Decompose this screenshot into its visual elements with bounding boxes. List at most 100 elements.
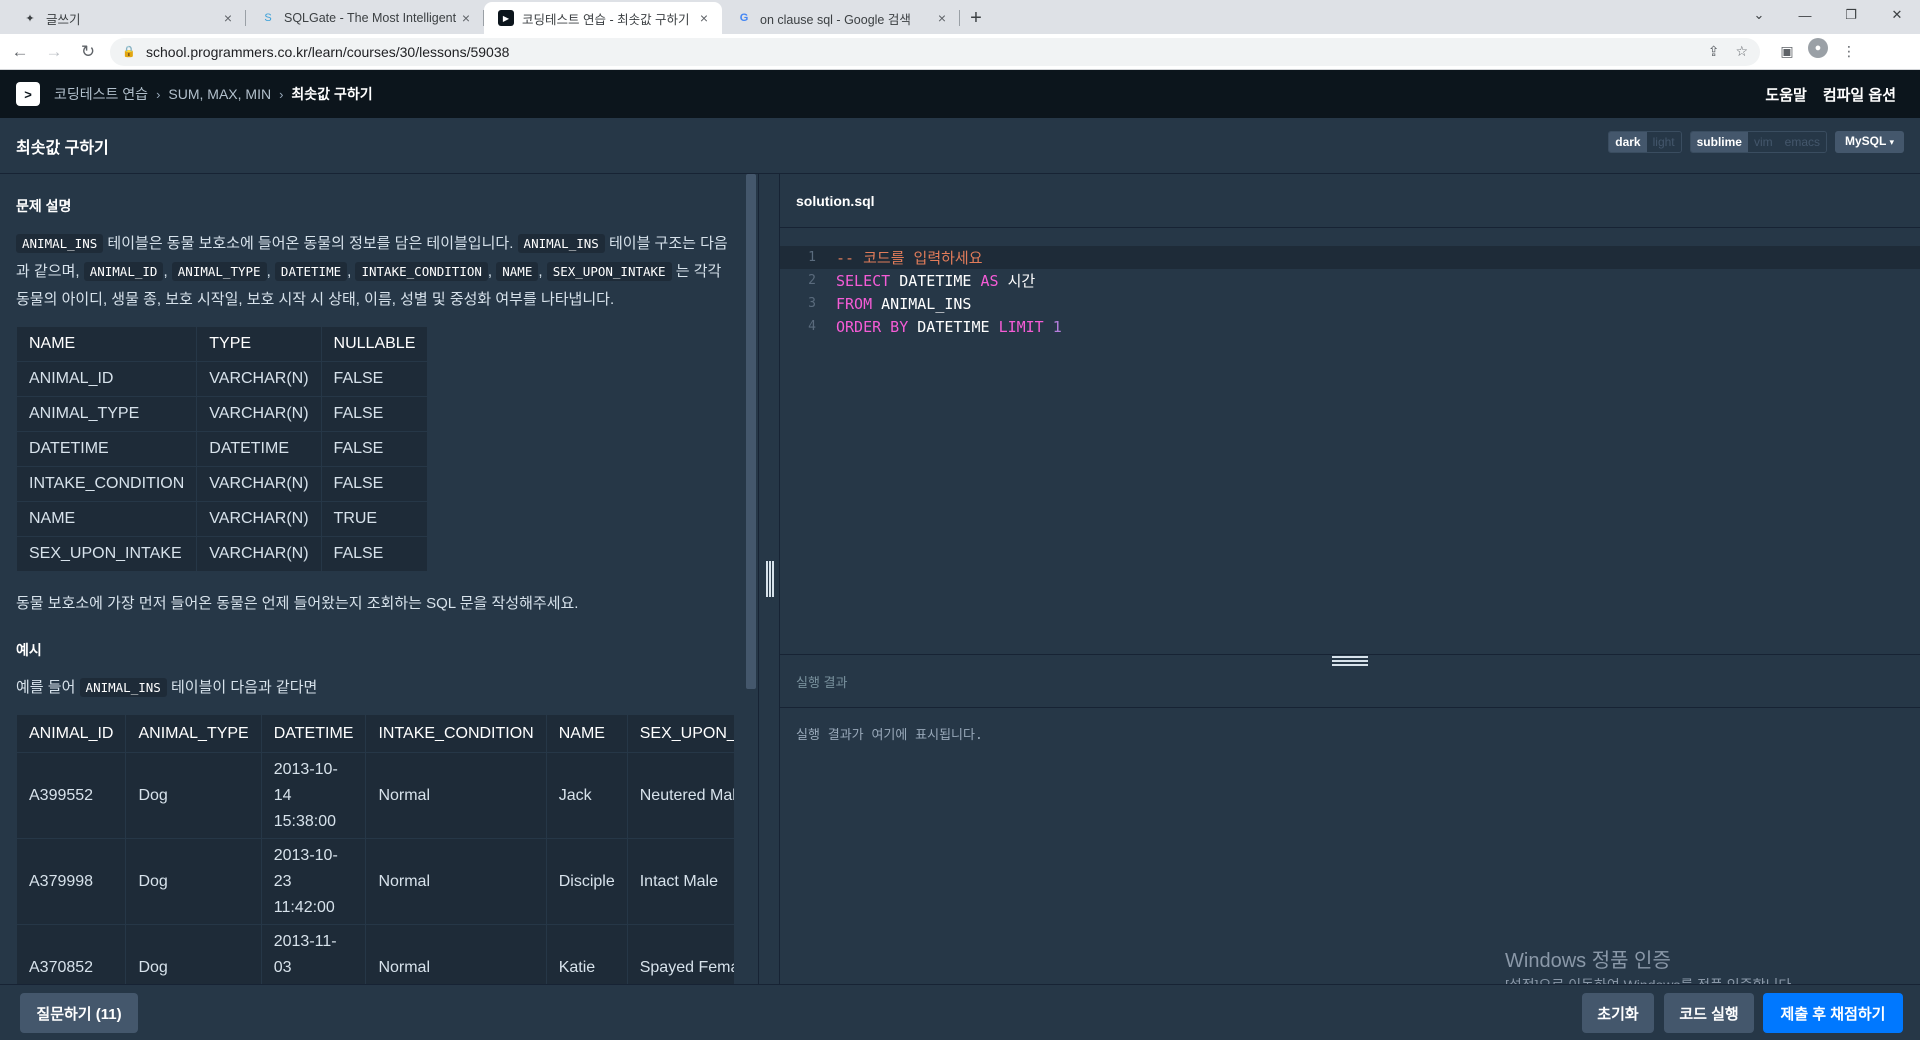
bookmark-star-icon[interactable]: ☆: [1735, 43, 1748, 60]
table-cell: VARCHAR(N): [196, 501, 322, 537]
table-cell: A370852: [16, 924, 127, 984]
tab-favicon-icon: S: [264, 12, 272, 24]
table-cell: FALSE: [320, 466, 429, 502]
browser-tab[interactable]: S SQLGate - The Most Intelligent ×: [246, 2, 484, 34]
inline-code: ANIMAL_INS: [517, 234, 605, 253]
browser-actions: ▣ ● ⋮: [1772, 37, 1864, 66]
site-header: > 코딩테스트 연습 › SUM, MAX, MIN › 최솟값 구하기 도움말…: [0, 70, 1920, 118]
theme-dark-button[interactable]: dark: [1609, 132, 1647, 152]
inline-code: ANIMAL_INS: [16, 234, 104, 253]
table-cell: FALSE: [320, 361, 429, 397]
comma: ,: [163, 263, 172, 280]
pane-resizer[interactable]: [758, 174, 780, 984]
result-resize-grip-icon[interactable]: [1332, 656, 1368, 666]
example-heading: 예시: [16, 642, 42, 658]
browser-tab-active[interactable]: ▶ 코딩테스트 연습 - 최솟값 구하기 ×: [484, 2, 722, 34]
table-row: DATETIME DATETIME FALSE: [16, 431, 429, 467]
breadcrumb-current: 최솟값 구하기: [291, 86, 373, 102]
table-cell: ANIMAL_TYPE: [16, 396, 198, 432]
url-field[interactable]: 🔒 school.programmers.co.kr/learn/courses…: [110, 37, 1760, 66]
lock-icon[interactable]: 🔒: [122, 45, 136, 58]
breadcrumb-coding-test[interactable]: 코딩테스트 연습: [54, 84, 148, 104]
code-line[interactable]: 1 -- 코드를 입력하세요: [780, 246, 1920, 269]
keymap-vim-button[interactable]: vim: [1747, 132, 1779, 152]
tab-close-icon[interactable]: ×: [458, 10, 474, 26]
side-panel-icon[interactable]: ▣: [1772, 38, 1802, 66]
caret-down-icon: ▾: [1889, 137, 1894, 147]
keymap-sublime-button[interactable]: sublime: [1690, 132, 1748, 152]
browser-tab[interactable]: G on clause sql - Google 검색 ×: [722, 2, 960, 34]
address-toolbar: ← → ↻ 🔒 school.programmers.co.kr/learn/c…: [0, 34, 1920, 70]
code-line[interactable]: 2 SELECT DATETIME AS 시간: [780, 269, 1920, 292]
browser-tab-strip: ✦ 글쓰기 × S SQLGate - The Most Intelligent…: [0, 0, 1920, 34]
comma: ,: [538, 263, 547, 280]
ask-question-button[interactable]: 질문하기 (11): [20, 993, 138, 1033]
submit-button[interactable]: 제출 후 채점하기: [1763, 993, 1903, 1033]
table-row: SEX_UPON_INTAKE VARCHAR(N) FALSE: [16, 536, 429, 572]
forward-arrow-icon[interactable]: →: [40, 38, 68, 66]
language-select[interactable]: MySQL ▾: [1835, 131, 1904, 153]
code-token: 시간: [998, 272, 1036, 290]
table-cell: DATETIME: [16, 431, 198, 467]
programmers-logo-icon[interactable]: >: [16, 82, 40, 106]
browser-tab[interactable]: ✦ 글쓰기 ×: [8, 2, 246, 34]
tab-close-icon[interactable]: ×: [220, 10, 236, 26]
description-scrollbar[interactable]: [746, 174, 756, 689]
share-icon[interactable]: ⇪: [1708, 43, 1720, 60]
tab-favicon-icon: ▶: [498, 10, 514, 26]
code-text[interactable]: -- 코드를 입력하세요: [836, 247, 983, 268]
close-window-icon[interactable]: ✕: [1874, 0, 1920, 30]
compile-options-link[interactable]: 컴파일 옵션: [1823, 84, 1896, 105]
resize-grip-icon[interactable]: [766, 561, 774, 597]
table-row: ANIMAL_TYPE VARCHAR(N) FALSE: [16, 396, 429, 432]
comma: ,: [487, 263, 497, 280]
editor-pane: solution.sql 1 -- 코드를 입력하세요 2 SELECT DATETI…: [780, 174, 1920, 984]
keymap-emacs-button[interactable]: emacs: [1778, 132, 1826, 152]
code-line[interactable]: 4 ORDER BY DATETIME LIMIT 1: [780, 315, 1920, 338]
code-text[interactable]: ORDER BY DATETIME LIMIT 1: [836, 318, 1062, 336]
code-token: LIMIT: [998, 317, 1044, 336]
theme-light-button[interactable]: light: [1646, 132, 1681, 152]
profile-avatar-icon[interactable]: ●: [1808, 37, 1828, 58]
menu-kebab-icon[interactable]: ⋮: [1834, 38, 1864, 66]
minimize-icon[interactable]: —: [1782, 0, 1828, 30]
example-table-wrapper[interactable]: ANIMAL_ID ANIMAL_TYPE DATETIME INTAKE_CO…: [16, 714, 734, 984]
new-tab-plus-icon[interactable]: +: [960, 2, 992, 34]
tab-separator: [959, 10, 960, 26]
window-controls: ⌄ — ❐ ✕: [1736, 0, 1920, 30]
code-token: DATETIME: [890, 272, 981, 290]
table-cell: Katie: [545, 924, 628, 984]
result-output: 실행 결과가 여기에 표시됩니다.: [796, 728, 983, 743]
tab-close-icon[interactable]: ×: [696, 10, 712, 26]
column-header: ANIMAL_TYPE: [125, 714, 262, 753]
tab-title: 코딩테스트 연습 - 최솟값 구하기: [522, 12, 690, 27]
column-header: SEX_UPON_INTAKE: [626, 714, 734, 753]
column-header: NULLABLE: [320, 326, 429, 362]
column-header: ANIMAL_ID: [16, 714, 127, 753]
run-code-button[interactable]: 코드 실행: [1664, 993, 1754, 1033]
code-text[interactable]: FROM ANIMAL_INS: [836, 295, 971, 313]
table-cell: Neutered Male: [626, 752, 734, 839]
code-token: ANIMAL_INS: [872, 294, 972, 313]
reload-icon[interactable]: ↻: [74, 38, 102, 66]
editor-options: dark light sublime vim emacs MySQL ▾: [1608, 131, 1904, 153]
example-text: 예를 들어: [16, 679, 80, 696]
tab-search-chevron-icon[interactable]: ⌄: [1736, 0, 1782, 30]
code-editor[interactable]: 1 -- 코드를 입력하세요 2 SELECT DATETIME AS 시간 3 FROM…: [780, 228, 1920, 654]
inline-code: SEX_UPON_INTAKE: [546, 262, 672, 281]
breadcrumb-chevron-icon: ›: [156, 86, 161, 102]
url-text[interactable]: school.programmers.co.kr/learn/courses/3…: [146, 44, 1692, 60]
code-text[interactable]: SELECT DATETIME AS 시간: [836, 270, 1035, 291]
table-cell: VARCHAR(N): [196, 396, 322, 432]
table-cell: Normal: [365, 752, 547, 839]
help-link[interactable]: 도움말: [1765, 84, 1806, 105]
breadcrumb-category[interactable]: SUM, MAX, MIN: [168, 86, 271, 102]
code-token: DATETIME: [908, 317, 999, 336]
table-cell: SEX_UPON_INTAKE: [16, 536, 198, 572]
restore-icon[interactable]: ❐: [1828, 0, 1874, 30]
problem-titlebar: 최솟값 구하기 dark light sublime vim emacs MyS…: [0, 118, 1920, 174]
tab-close-icon[interactable]: ×: [934, 10, 950, 26]
reset-button[interactable]: 초기화: [1582, 993, 1654, 1033]
code-line[interactable]: 3 FROM ANIMAL_INS: [780, 292, 1920, 315]
back-arrow-icon[interactable]: ←: [6, 38, 34, 66]
